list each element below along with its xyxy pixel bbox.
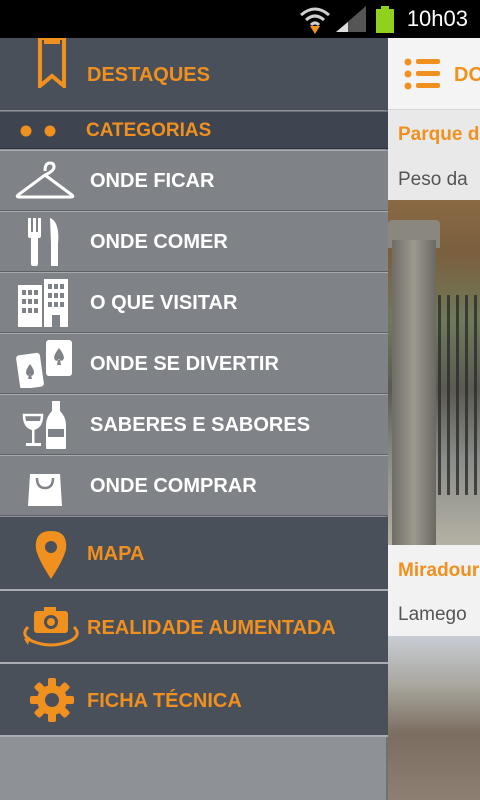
category-item-onde-comer[interactable]: ONDE COMER [0, 211, 388, 272]
fork-knife-icon [28, 218, 59, 266]
shopping-bag-icon [28, 474, 62, 506]
card-subtitle: Lamego [398, 604, 467, 625]
dots-icon [20, 125, 56, 137]
cards-icon [16, 340, 72, 388]
card-title[interactable]: Miradour [398, 560, 479, 582]
category-label: ONDE SE DIVERTIR [90, 353, 279, 375]
navigation-drawer: DESTAQUES CATEGORIAS ONDE FICAR ONDE COM… [0, 38, 388, 800]
card-title[interactable]: Parque d [398, 124, 479, 146]
gear-icon [30, 678, 74, 722]
drawer-item-destaques[interactable]: DESTAQUES [0, 38, 388, 110]
drawer-item-label: DESTAQUES [87, 64, 210, 86]
content-header: DO [388, 38, 480, 110]
wifi-icon [300, 7, 330, 34]
map-pin-icon [35, 531, 67, 579]
drawer-item-label: MAPA [87, 543, 145, 565]
category-label: ONDE FICAR [90, 170, 215, 192]
drawer-item-label: FICHA TÉCNICA [87, 690, 242, 712]
signal-icon [336, 6, 366, 32]
categories-header-label: CATEGORIAS [86, 120, 212, 141]
category-item-onde-ficar[interactable]: ONDE FICAR [0, 150, 388, 211]
category-label: ONDE COMER [90, 231, 228, 253]
category-item-onde-comprar[interactable]: ONDE COMPRAR [0, 455, 388, 516]
category-label: ONDE COMPRAR [90, 475, 257, 497]
photo-detail [438, 295, 480, 495]
hanger-icon [15, 161, 75, 199]
category-label: SABERES E SABORES [90, 414, 311, 436]
list-icon[interactable] [404, 58, 442, 90]
divider [0, 735, 388, 737]
card-photo[interactable] [388, 636, 480, 800]
bookmark-icon [38, 38, 66, 88]
wine-icon [22, 401, 66, 449]
drawer-item-label: REALIDADE AUMENTADA [87, 617, 336, 639]
photo-detail [392, 240, 436, 545]
battery-icon [376, 6, 394, 33]
buildings-icon [18, 279, 68, 327]
drawer-item-mapa[interactable]: MAPA [0, 517, 388, 589]
category-label: O QUE VISITAR [90, 292, 238, 314]
card-photo[interactable] [388, 200, 480, 545]
status-bar: 10h03 [0, 0, 480, 38]
drawer-item-realidade-aumentada[interactable]: REALIDADE AUMENTADA [0, 591, 388, 662]
categories-header: CATEGORIAS [0, 111, 388, 149]
main-content: DO Parque d Peso da Miradour Lamego [388, 38, 480, 800]
camera-360-icon [23, 607, 79, 647]
category-item-o-que-visitar[interactable]: O QUE VISITAR [0, 272, 388, 333]
clock: 10h03 [406, 6, 468, 31]
category-item-saberes-e-sabores[interactable]: SABERES E SABORES [0, 394, 388, 455]
category-item-onde-se-divertir[interactable]: ONDE SE DIVERTIR [0, 333, 388, 394]
content-header-label: DO [454, 64, 480, 86]
card-subtitle: Peso da [398, 169, 468, 190]
drawer-item-ficha-tecnica[interactable]: FICHA TÉCNICA [0, 664, 388, 735]
